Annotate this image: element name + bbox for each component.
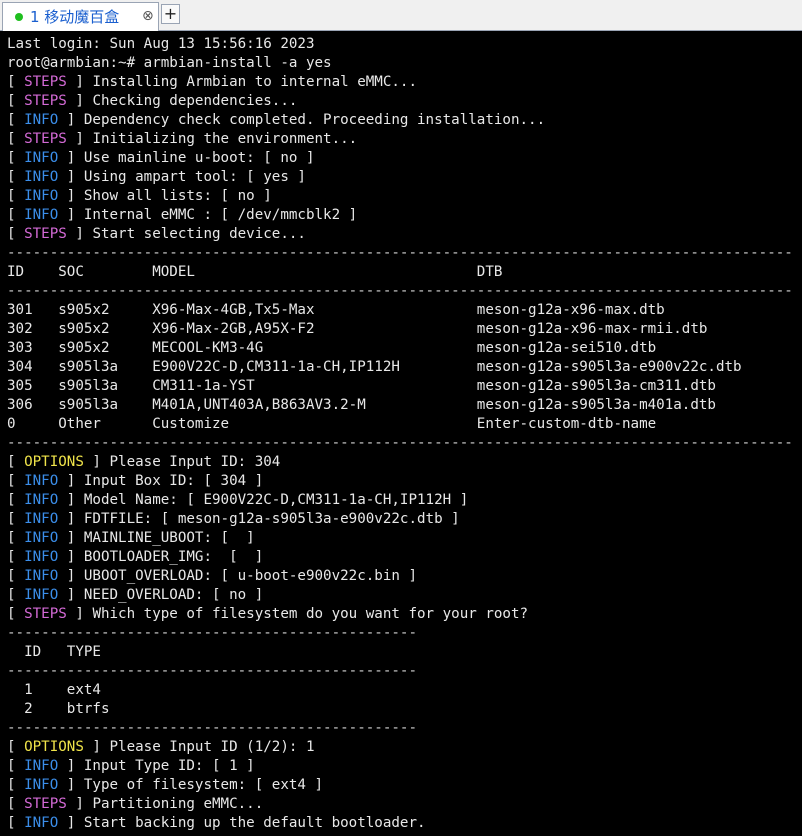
- terminal-line: 302 s905x2 X96-Max-2GB,A95X-F2 meson-g12…: [7, 321, 708, 337]
- log-tag: STEPS: [24, 131, 67, 147]
- terminal-line: [ INFO ] Model Name: [ E900V22C-D,CM311-…: [7, 492, 469, 508]
- log-message: Internal eMMC : [ /dev/mmcblk2 ]: [83, 207, 358, 223]
- terminal-line: [ INFO ] FDTFILE: [ meson-g12a-s905l3a-e…: [7, 511, 460, 527]
- log-tag: INFO: [24, 150, 59, 166]
- log-message: FDTFILE: [ meson-g12a-s905l3a-e900v22c.d…: [83, 511, 460, 527]
- log-message: BOOTLOADER_IMG: [ ]: [83, 549, 264, 565]
- separator-line: ----------------------------------------…: [7, 663, 417, 679]
- terminal-line: [ STEPS ] Start selecting device...: [7, 226, 306, 242]
- close-tab-icon[interactable]: ⊗: [142, 7, 154, 25]
- log-tag: INFO: [24, 188, 59, 204]
- terminal-line: [ INFO ] UBOOT_OVERLOAD: [ u-boot-e900v2…: [7, 568, 418, 584]
- log-tag: OPTIONS: [24, 739, 84, 755]
- log-message: Input Type ID: [ 1 ]: [83, 758, 255, 774]
- terminal-line: 305 s905l3a CM311-1a-YST meson-g12a-s905…: [7, 378, 716, 394]
- log-message: UBOOT_OVERLOAD: [ u-boot-e900v22c.bin ]: [83, 568, 418, 584]
- log-tag: INFO: [24, 777, 59, 793]
- log-tag: STEPS: [24, 796, 67, 812]
- terminal-line: 1 ext4: [7, 682, 101, 698]
- terminal-line: [ STEPS ] Which type of filesystem do yo…: [7, 606, 529, 622]
- separator-line: ----------------------------------------…: [7, 435, 793, 451]
- terminal-line: [ STEPS ] Checking dependencies...: [7, 93, 298, 109]
- terminal-line: 303 s905x2 MECOOL-KM3-4G meson-g12a-sei5…: [7, 340, 657, 356]
- log-message: Which type of filesystem do you want for…: [92, 606, 529, 622]
- log-tag: INFO: [24, 815, 59, 831]
- log-message: Use mainline u-boot: [ no ]: [83, 150, 315, 166]
- terminal-line: 301 s905x2 X96-Max-4GB,Tx5-Max meson-g12…: [7, 302, 665, 318]
- terminal-line: 2 btrfs: [7, 701, 110, 717]
- log-tag: STEPS: [24, 93, 67, 109]
- terminal-line: [ INFO ] Use mainline u-boot: [ no ]: [7, 150, 315, 166]
- log-tag: INFO: [24, 511, 59, 527]
- terminal-line: [ INFO ] MAINLINE_UBOOT: [ ]: [7, 530, 255, 546]
- log-tag: INFO: [24, 758, 59, 774]
- terminal-line: [ OPTIONS ] Please Input ID: 304: [7, 454, 281, 470]
- terminal-tab[interactable]: 1 移动魔百盒 ⊗: [2, 2, 159, 31]
- log-tag: INFO: [24, 549, 59, 565]
- terminal-line: [ INFO ] BOOTLOADER_IMG: [ ]: [7, 549, 264, 565]
- tab-bar: 1 移动魔百盒 ⊗ +: [0, 0, 802, 31]
- log-tag: INFO: [24, 492, 59, 508]
- terminal-line: root@armbian:~# armbian-install -a yes: [7, 55, 332, 71]
- log-tag: STEPS: [24, 74, 67, 90]
- separator-line: ----------------------------------------…: [7, 625, 417, 641]
- terminal-line: 0 Other Customize Enter-custom-dtb-name: [7, 416, 657, 432]
- new-tab-button[interactable]: +: [161, 4, 180, 24]
- log-tag: INFO: [24, 530, 59, 546]
- separator-line: ----------------------------------------…: [7, 283, 793, 299]
- terminal-line: [ INFO ] Start backing up the default bo…: [7, 815, 426, 831]
- log-tag: INFO: [24, 207, 59, 223]
- log-tag: STEPS: [24, 226, 67, 242]
- log-message: Please Input ID: 304: [109, 454, 281, 470]
- log-message: Start backing up the default bootloader.: [83, 815, 426, 831]
- terminal-line: [ STEPS ] Installing Armbian to internal…: [7, 74, 418, 90]
- log-tag: OPTIONS: [24, 454, 84, 470]
- log-message: MAINLINE_UBOOT: [ ]: [83, 530, 255, 546]
- tab-label: 1 移动魔百盒: [30, 8, 120, 26]
- terminal-line: ID TYPE: [7, 644, 101, 660]
- terminal-line: [ INFO ] Dependency check completed. Pro…: [7, 112, 546, 128]
- terminal-line: [ INFO ] Using ampart tool: [ yes ]: [7, 169, 306, 185]
- log-tag: INFO: [24, 473, 59, 489]
- log-message: Type of filesystem: [ ext4 ]: [83, 777, 324, 793]
- terminal-output[interactable]: Last login: Sun Aug 13 15:56:16 2023 root…: [7, 35, 802, 836]
- terminal-line: 306 s905l3a M401A,UNT403A,B863AV3.2-M me…: [7, 397, 716, 413]
- log-message: Show all lists: [ no ]: [83, 188, 272, 204]
- terminal-line: [ STEPS ] Partitioning eMMC...: [7, 796, 264, 812]
- log-message: Installing Armbian to internal eMMC...: [92, 74, 418, 90]
- log-tag: INFO: [24, 112, 59, 128]
- log-message: Start selecting device...: [92, 226, 306, 242]
- log-message: Initializing the environment...: [92, 131, 358, 147]
- terminal-line: ID SOC MODEL DTB: [7, 264, 503, 280]
- log-tag: INFO: [24, 587, 59, 603]
- log-tag: INFO: [24, 169, 59, 185]
- terminal-line: [ INFO ] Show all lists: [ no ]: [7, 188, 272, 204]
- terminal-line: [ OPTIONS ] Please Input ID (1/2): 1: [7, 739, 315, 755]
- terminal-line: [ INFO ] Internal eMMC : [ /dev/mmcblk2 …: [7, 207, 358, 223]
- terminal-line: [ INFO ] Input Type ID: [ 1 ]: [7, 758, 255, 774]
- log-tag: STEPS: [24, 606, 67, 622]
- log-message: Using ampart tool: [ yes ]: [83, 169, 306, 185]
- terminal-line: Last login: Sun Aug 13 15:56:16 2023: [7, 36, 315, 52]
- log-message: NEED_OVERLOAD: [ no ]: [83, 587, 264, 603]
- log-message: Input Box ID: [ 304 ]: [83, 473, 264, 489]
- separator-line: ----------------------------------------…: [7, 245, 793, 261]
- log-message: Checking dependencies...: [92, 93, 298, 109]
- log-message: Please Input ID (1/2): 1: [109, 739, 315, 755]
- log-message: Model Name: [ E900V22C-D,CM311-1a-CH,IP1…: [83, 492, 469, 508]
- connected-status-icon: [15, 13, 23, 21]
- log-tag: INFO: [24, 568, 59, 584]
- terminal-line: [ STEPS ] Initializing the environment..…: [7, 131, 358, 147]
- terminal-line: [ INFO ] Type of filesystem: [ ext4 ]: [7, 777, 324, 793]
- separator-line: ----------------------------------------…: [7, 720, 417, 736]
- terminal-line: [ INFO ] NEED_OVERLOAD: [ no ]: [7, 587, 264, 603]
- log-message: Partitioning eMMC...: [92, 796, 264, 812]
- terminal-line: [ INFO ] Input Box ID: [ 304 ]: [7, 473, 264, 489]
- log-message: Dependency check completed. Proceeding i…: [83, 112, 546, 128]
- terminal-line: 304 s905l3a E900V22C-D,CM311-1a-CH,IP112…: [7, 359, 742, 375]
